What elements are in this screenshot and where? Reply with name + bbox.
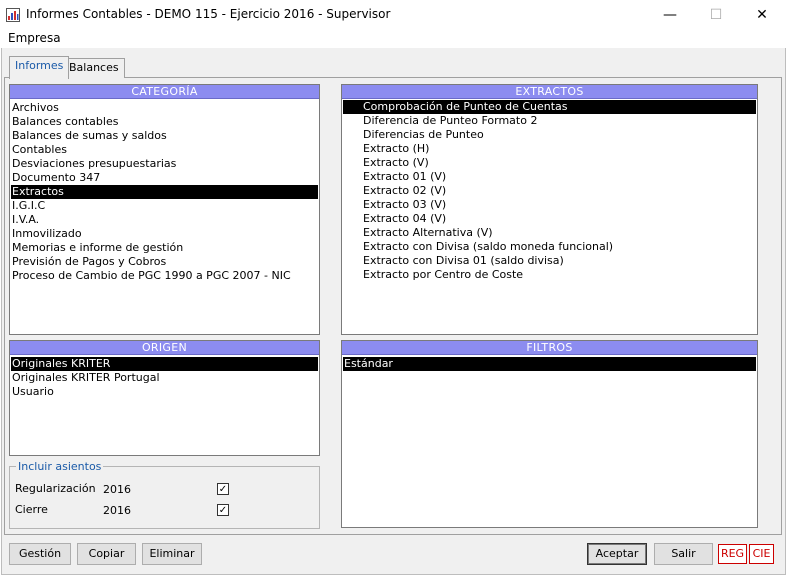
origen-list[interactable]: ORIGEN Originales KRITER Originales KRIT… xyxy=(9,340,320,456)
minimize-icon: — xyxy=(663,7,677,23)
incluir-asientos-group xyxy=(9,466,320,529)
list-item[interactable]: Extracto 01 (V) xyxy=(343,170,756,184)
list-item[interactable]: Balances contables xyxy=(11,115,318,129)
list-item[interactable]: Extracto con Divisa (saldo moneda funcio… xyxy=(343,240,756,254)
cierre-year: 2016 xyxy=(103,504,131,517)
list-item[interactable]: Diferencias de Punteo xyxy=(343,128,756,142)
maximize-button[interactable]: ☐ xyxy=(693,0,739,30)
menu-bar xyxy=(0,30,787,48)
chart-app-icon xyxy=(6,8,20,22)
cierre-checkbox[interactable]: ✓ xyxy=(217,504,229,516)
categoria-header: CATEGORÍA xyxy=(10,85,319,99)
regularizacion-year: 2016 xyxy=(103,483,131,496)
list-item-selected[interactable]: Originales KRITER xyxy=(11,357,318,371)
window-title: Informes Contables - DEMO 115 - Ejercici… xyxy=(26,7,391,21)
eliminar-button[interactable]: Eliminar xyxy=(142,543,202,565)
regularizacion-label: Regularización xyxy=(15,482,96,495)
tab-informes[interactable]: Informes xyxy=(9,56,70,79)
list-item[interactable]: Inmovilizado xyxy=(11,227,318,241)
list-item[interactable]: Contables xyxy=(11,143,318,157)
list-item[interactable]: Extracto 04 (V) xyxy=(343,212,756,226)
list-item-selected[interactable]: Estándar xyxy=(343,357,756,371)
list-item-selected[interactable]: Comprobación de Punteo de Cuentas xyxy=(343,100,756,114)
list-item[interactable]: Diferencia de Punteo Formato 2 xyxy=(343,114,756,128)
filtros-list[interactable]: FILTROS Estándar xyxy=(341,340,758,528)
extractos-list[interactable]: EXTRACTOS Comprobación de Punteo de Cuen… xyxy=(341,84,758,335)
list-item[interactable]: Extracto (V) xyxy=(343,156,756,170)
list-item[interactable]: Usuario xyxy=(11,385,318,399)
list-item[interactable]: Previsión de Pagos y Cobros xyxy=(11,255,318,269)
list-item[interactable]: Desviaciones presupuestarias xyxy=(11,157,318,171)
menu-empresa[interactable]: Empresa xyxy=(8,31,61,45)
close-icon: ✕ xyxy=(756,7,768,23)
gestion-button[interactable]: Gestión xyxy=(9,543,71,565)
incluir-asientos-title: Incluir asientos xyxy=(16,460,104,473)
list-item[interactable]: Proceso de Cambio de PGC 1990 a PGC 2007… xyxy=(11,269,318,283)
check-icon: ✓ xyxy=(218,484,228,495)
list-item[interactable]: Documento 347 xyxy=(11,171,318,185)
reg-indicator: REG xyxy=(718,544,747,564)
check-icon: ✓ xyxy=(218,505,228,516)
cierre-label: Cierre xyxy=(15,503,48,516)
tab-balances[interactable]: Balances xyxy=(63,58,125,78)
list-item[interactable]: Balances de sumas y saldos xyxy=(11,129,318,143)
close-button[interactable]: ✕ xyxy=(739,0,785,30)
extractos-header: EXTRACTOS xyxy=(342,85,757,99)
list-item[interactable]: Extracto con Divisa 01 (saldo divisa) xyxy=(343,254,756,268)
aceptar-button[interactable]: Aceptar xyxy=(587,543,647,565)
list-item[interactable]: Extracto (H) xyxy=(343,142,756,156)
list-item[interactable]: I.V.A. xyxy=(11,213,318,227)
maximize-icon: ☐ xyxy=(709,7,723,23)
origen-header: ORIGEN xyxy=(10,341,319,355)
list-item[interactable]: I.G.I.C xyxy=(11,199,318,213)
minimize-button[interactable]: — xyxy=(647,0,693,30)
list-item[interactable]: Extracto por Centro de Coste xyxy=(343,268,756,282)
filtros-header: FILTROS xyxy=(342,341,757,355)
list-item-selected[interactable]: Extractos xyxy=(11,185,318,199)
salir-button[interactable]: Salir xyxy=(654,543,713,565)
categoria-list[interactable]: CATEGORÍA Archivos Balances contables Ba… xyxy=(9,84,320,335)
regularizacion-checkbox[interactable]: ✓ xyxy=(217,483,229,495)
list-item[interactable]: Archivos xyxy=(11,101,318,115)
copiar-button[interactable]: Copiar xyxy=(77,543,136,565)
list-item[interactable]: Extracto 02 (V) xyxy=(343,184,756,198)
list-item[interactable]: Extracto 03 (V) xyxy=(343,198,756,212)
cie-indicator: CIE xyxy=(749,544,774,564)
list-item[interactable]: Extracto Alternativa (V) xyxy=(343,226,756,240)
list-item[interactable]: Memorias e informe de gestión xyxy=(11,241,318,255)
list-item[interactable]: Originales KRITER Portugal xyxy=(11,371,318,385)
